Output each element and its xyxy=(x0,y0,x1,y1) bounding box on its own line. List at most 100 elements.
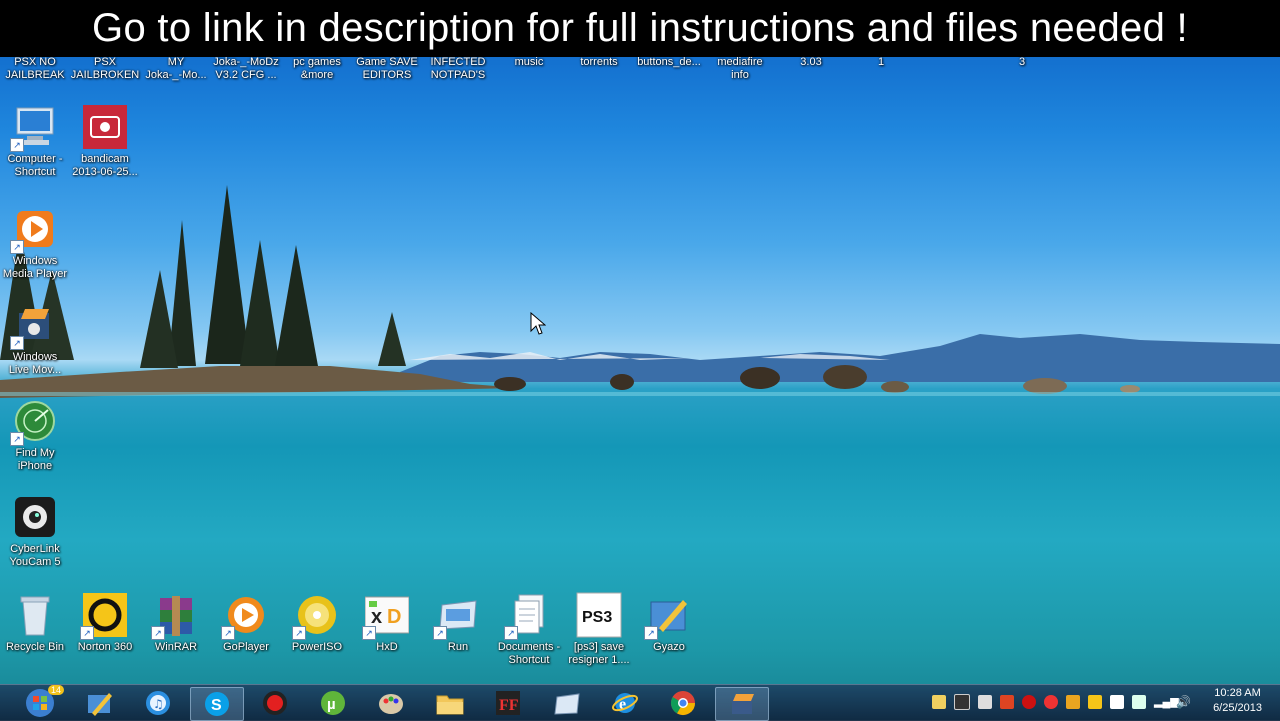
desktop-icon-label: HxD xyxy=(376,641,398,653)
desktop-icon-cyberlink-youcam[interactable]: CyberLink YouCam 5 xyxy=(0,494,70,569)
taskbar-pinned-app-ff[interactable]: FF xyxy=(482,687,534,719)
desktop-icon-3[interactable]: 3 xyxy=(987,56,1057,69)
desktop-icon-label: Windows Live Mov... xyxy=(8,351,62,376)
desktop-icon-windows-live-movie-maker[interactable]: ↗ Windows Live Mov... xyxy=(0,302,70,377)
tray-record-icon[interactable] xyxy=(1022,695,1036,709)
chrome-icon xyxy=(670,691,695,716)
taskbar-pinned-skype[interactable]: S xyxy=(190,687,244,721)
desktop-icon-norton-360[interactable]: ↗ Norton 360 xyxy=(70,592,140,654)
desktop-icon-music[interactable]: music xyxy=(494,56,564,69)
desktop-icon-windows-media-player[interactable]: ↗ Windows Media Player xyxy=(0,206,70,281)
desktop-icon-ps3-save-resigner[interactable]: PS3 [ps3] save resigner 1.... xyxy=(564,592,634,667)
desktop-icon-winrar[interactable]: ↗ WinRAR xyxy=(141,592,211,654)
desktop-icon-goplayer[interactable]: ↗ GoPlayer xyxy=(211,592,281,654)
app-ff-icon: FF xyxy=(496,691,520,715)
shortcut-arrow-icon: ↗ xyxy=(292,626,306,640)
itunes-icon: ♫ xyxy=(146,691,170,715)
notification-badge: 14 xyxy=(47,685,64,695)
start-button[interactable]: 14 xyxy=(14,685,66,719)
svg-text:♫: ♫ xyxy=(153,697,164,711)
svg-text:FF: FF xyxy=(499,697,519,714)
desktop-icon-game-save-editors[interactable]: Game SAVE EDITORS xyxy=(352,56,422,82)
desktop-icon-1[interactable]: 1 xyxy=(846,56,916,69)
taskbar-pinned-run[interactable] xyxy=(541,687,593,719)
desktop-icon-label: CyberLink YouCam 5 xyxy=(9,543,61,568)
webcam-icon xyxy=(12,494,58,540)
desktop-icon-label: Find My iPhone xyxy=(15,447,55,472)
tray-folder-icon[interactable] xyxy=(932,695,946,709)
svg-text:D: D xyxy=(387,606,401,628)
desktop-icon-bandicam[interactable]: bandicam 2013-06-25... xyxy=(70,104,140,179)
desktop-icon-label: Gyazo xyxy=(653,641,685,653)
desktop-icon-3-03[interactable]: 3.03 xyxy=(776,56,846,69)
desktop-icon-poweriso[interactable]: ↗ PowerISO xyxy=(282,592,352,654)
tray-network-app-icon[interactable] xyxy=(978,695,992,709)
taskbar-pinned-paint[interactable] xyxy=(365,687,417,719)
shortcut-arrow-icon: ↗ xyxy=(10,138,24,152)
desktop-icon-computer[interactable]: ↗ Computer - Shortcut xyxy=(0,104,70,179)
desktop-icon-buttons[interactable]: buttons_de... xyxy=(634,56,704,69)
desktop-icon-run[interactable]: ↗ Run xyxy=(423,592,493,654)
desktop-icon-label: Windows Media Player xyxy=(2,255,68,280)
desktop-icon-joka-modz[interactable]: Joka-_-MoDz V3.2 CFG ... xyxy=(211,56,281,82)
tray-gyazo-icon[interactable] xyxy=(1044,695,1058,709)
record-icon xyxy=(263,691,287,715)
desktop-icon-gyazo[interactable]: ↗ Gyazo xyxy=(634,592,704,654)
shortcut-arrow-icon: ↗ xyxy=(644,626,658,640)
taskbar-pinned-video-app[interactable] xyxy=(715,687,769,721)
shortcut-arrow-icon: ↗ xyxy=(221,626,235,640)
run-icon: ↗ xyxy=(433,592,481,640)
taskbar-pinned-itunes[interactable]: ♫ xyxy=(132,687,184,719)
desktop-icon-hxd[interactable]: xD ↗ HxD xyxy=(352,592,422,654)
folder-icon xyxy=(436,695,464,715)
tray-signal-icon[interactable]: ▂▄▆ xyxy=(1154,695,1179,709)
desktop-icon-infected-notepads[interactable]: INFECTED NOTPAD'S xyxy=(423,56,493,82)
desktop-icon-psx-jailbroken[interactable]: PSX JAILBROKEN xyxy=(70,56,140,82)
skype-icon: S xyxy=(205,692,229,716)
tray-webcam-icon[interactable] xyxy=(954,694,970,710)
desktop-icon-mediafire-info[interactable]: mediafire info xyxy=(705,56,775,82)
desktop-icon-find-my-iphone[interactable]: ↗ Find My iPhone xyxy=(0,398,70,473)
tray-flag-icon[interactable] xyxy=(1110,695,1124,709)
taskbar-pinned-gyazo[interactable] xyxy=(73,687,125,719)
desktop-icon-label: Documents - Shortcut xyxy=(497,641,561,666)
recycle-bin-icon xyxy=(12,592,58,638)
video-caption-banner: Go to link in description for full instr… xyxy=(0,0,1280,57)
tray-adobe-icon[interactable] xyxy=(1000,695,1014,709)
desktop-icon-label: WinRAR xyxy=(154,641,198,653)
shortcut-arrow-icon: ↗ xyxy=(433,626,447,640)
winrar-icon: ↗ xyxy=(151,592,199,640)
desktop[interactable]: Go to link in description for full instr… xyxy=(0,0,1280,720)
find-iphone-icon: ↗ xyxy=(10,398,58,446)
desktop-icon-psx-no-jailbreak[interactable]: PSX NO JAILBREAK xyxy=(0,56,70,82)
desktop-icon-documents[interactable]: ↗ Documents - Shortcut xyxy=(494,592,564,667)
shortcut-arrow-icon: ↗ xyxy=(10,432,24,446)
hxd-icon: xD ↗ xyxy=(362,592,410,640)
desktop-icon-my-joka[interactable]: MY Joka-_-Mo... xyxy=(141,56,211,82)
svg-text:µ: µ xyxy=(327,696,336,713)
window-icon xyxy=(554,693,580,715)
desktop-icon-pc-games[interactable]: pc games &more xyxy=(282,56,352,82)
clock-date: 6/25/2013 xyxy=(1213,702,1262,714)
taskbar-pinned-utorrent[interactable]: µ xyxy=(307,687,359,719)
tray-volume-icon[interactable]: 🔊 xyxy=(1176,695,1191,709)
desktop-icon-label: Norton 360 xyxy=(77,641,133,653)
shortcut-arrow-icon: ↗ xyxy=(151,626,165,640)
tray-settings-icon[interactable] xyxy=(1066,695,1080,709)
taskbar-clock[interactable]: 10:28 AM 6/25/2013 xyxy=(1213,686,1262,716)
desktop-icon-torrents[interactable]: torrents xyxy=(564,56,634,69)
media-player-icon: ↗ xyxy=(10,206,58,254)
tray-norton-icon[interactable] xyxy=(1088,695,1102,709)
taskbar-pinned-chrome[interactable] xyxy=(657,687,709,719)
internet-explorer-icon: e xyxy=(612,693,638,713)
tray-battery-icon[interactable] xyxy=(1132,695,1146,709)
taskbar-pinned-internet-explorer[interactable]: e xyxy=(599,687,651,719)
desktop-icon-label: Recycle Bin xyxy=(5,641,65,653)
documents-icon: ↗ xyxy=(504,592,552,640)
desktop-icon-recycle-bin[interactable]: Recycle Bin xyxy=(0,592,70,654)
gyazo-icon xyxy=(88,693,112,716)
movie-maker-icon: ↗ xyxy=(10,302,58,350)
taskbar-pinned-bandicam[interactable] xyxy=(249,687,301,719)
poweriso-icon: ↗ xyxy=(292,592,340,640)
taskbar-pinned-file-explorer[interactable] xyxy=(424,687,476,719)
